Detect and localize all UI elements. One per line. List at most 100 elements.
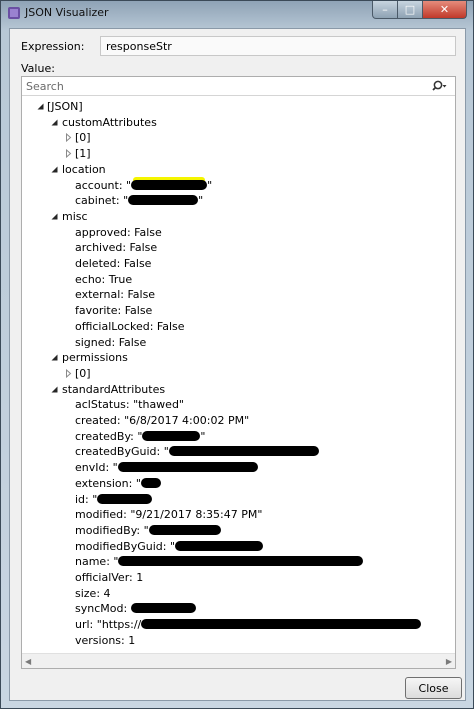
json-visualizer-window: JSON Visualizer – □ ✕ Expression: respon…	[0, 0, 474, 709]
tree-node[interactable]: account: " "	[22, 178, 455, 193]
tree-node[interactable]: extension: "	[22, 476, 455, 491]
tree-node[interactable]: standardAttributes	[22, 382, 455, 397]
scroll-left-icon[interactable]: ◀	[25, 657, 31, 666]
value-quote: "	[200, 429, 206, 443]
tree-node-label: [0]	[75, 366, 91, 380]
tree-node-label: deleted: False	[75, 257, 152, 270]
tree-node[interactable]: permissions	[22, 350, 455, 365]
collapsed-triangle-icon[interactable]	[64, 149, 73, 159]
expanded-triangle-icon[interactable]	[50, 385, 59, 394]
tree-node[interactable]: [0]	[22, 130, 455, 145]
tree-node-value: url: "https://	[75, 617, 422, 632]
tree-node-label: createdBy: "	[75, 429, 143, 443]
expanded-triangle-icon[interactable]	[50, 212, 59, 221]
collapsed-triangle-icon[interactable]	[64, 133, 73, 143]
tree-node-label: aclStatus: "thawed"	[75, 398, 184, 412]
tree-node[interactable]: modifiedByGuid: "	[22, 539, 455, 554]
tree-node[interactable]: size: 4	[22, 586, 455, 601]
tree-node-label: signed: False	[75, 335, 147, 349]
redaction-mark	[168, 446, 319, 457]
app-icon	[8, 7, 20, 19]
tree-node-label: echo: True	[75, 272, 133, 286]
tree-node-label: officialVer: 1	[75, 571, 144, 584]
tree-node-label: location	[62, 162, 106, 176]
redaction-mark	[175, 540, 264, 551]
tree-node[interactable]: external: False	[22, 287, 455, 302]
tree-node[interactable]: envId: "	[22, 460, 455, 475]
maximize-icon: □	[404, 3, 416, 16]
json-tree-panel: [JSON] customAttributes [0] [1]location acco…	[21, 76, 456, 669]
tree-node[interactable]: versions: 1	[22, 633, 455, 648]
tree-node-label: modifiedBy: "	[75, 523, 149, 537]
close-button[interactable]: Close	[405, 677, 462, 699]
tree-node[interactable]: officialLocked: False	[22, 319, 455, 334]
tree-node[interactable]: created: "6/8/2017 4:00:02 PM"	[22, 413, 455, 428]
expanded-triangle-icon[interactable]	[50, 118, 59, 127]
tree-node[interactable]: archived: False	[22, 240, 455, 255]
tree-node-label: standardAttributes	[62, 382, 166, 396]
redaction-mark	[128, 195, 199, 206]
scroll-right-icon[interactable]: ▶	[446, 657, 452, 666]
expanded-triangle-icon[interactable]	[50, 353, 59, 362]
tree-node-value: cabinet: " "	[75, 193, 203, 208]
tree-node-label: url: "https://	[75, 618, 142, 632]
tree-node[interactable]: modifiedBy: "	[22, 523, 455, 538]
tree-node[interactable]: misc	[22, 209, 455, 224]
tree-node[interactable]: id: "	[22, 492, 455, 507]
minimize-button[interactable]: –	[372, 1, 398, 19]
tree-node-label: modified: "9/21/2017 8:35:47 PM"	[75, 508, 263, 522]
tree-node-value: modifiedBy: "	[75, 523, 221, 538]
tree-node[interactable]: name: "	[22, 554, 455, 569]
close-window-button[interactable]: ✕	[423, 1, 467, 19]
tree-node-label: favorite: False	[75, 304, 153, 318]
tree-node-label: permissions	[62, 351, 128, 365]
value-quote: "	[207, 178, 213, 192]
tree-node[interactable]: [JSON]	[22, 99, 455, 114]
tree-node[interactable]: [1]	[22, 146, 455, 161]
expression-field[interactable]: responseStr	[100, 36, 456, 56]
redaction-mark	[142, 430, 201, 441]
expanded-triangle-icon[interactable]	[50, 165, 59, 174]
tree-node-label: misc	[62, 209, 88, 223]
tree-node-label: approved: False	[75, 225, 162, 239]
tree-node[interactable]: modified: "9/21/2017 8:35:47 PM"	[22, 507, 455, 522]
tree-node-value: id: "	[75, 492, 153, 507]
expression-label: Expression:	[21, 40, 85, 53]
tree-node[interactable]: officialVer: 1	[22, 570, 455, 585]
maximize-button[interactable]: □	[398, 1, 423, 19]
redaction-mark	[141, 619, 422, 630]
tree-node[interactable]: aclStatus: "thawed"	[22, 397, 455, 412]
expanded-triangle-icon[interactable]	[36, 102, 45, 111]
tree-node-label: customAttributes	[62, 115, 157, 129]
tree-node[interactable]: cabinet: " "	[22, 193, 455, 208]
tree-node[interactable]: signed: False	[22, 335, 455, 350]
tree-node-label: id: "	[75, 492, 98, 506]
tree-node[interactable]: createdBy: " "	[22, 429, 455, 444]
tree-node[interactable]: url: "https://	[22, 617, 455, 632]
tree-node-value: createdBy: " "	[75, 429, 205, 444]
redaction-mark	[140, 477, 161, 488]
tree-node[interactable]: createdByGuid: "	[22, 444, 455, 459]
search-input[interactable]	[26, 78, 426, 94]
tree-node[interactable]: deleted: False	[22, 256, 455, 271]
tree-node[interactable]: echo: True	[22, 272, 455, 287]
tree-node[interactable]: favorite: False	[22, 303, 455, 318]
tree-node-value: extension: "	[75, 476, 161, 491]
tree-node-value: name: "	[75, 554, 364, 569]
tree-node-label: created: "6/8/2017 4:00:02 PM"	[75, 414, 250, 427]
tree-node[interactable]: [0]	[22, 366, 455, 381]
tree-node-label: [0]	[75, 131, 91, 145]
tree-node[interactable]: approved: False	[22, 225, 455, 240]
title-bar[interactable]: JSON Visualizer – □ ✕	[1, 1, 473, 27]
tree-node[interactable]: syncMod:	[22, 601, 455, 616]
minimize-icon: –	[382, 3, 388, 16]
tree-node[interactable]: customAttributes	[22, 115, 455, 130]
collapsed-triangle-icon[interactable]	[64, 368, 73, 378]
json-tree: [JSON] customAttributes [0] [1] location acco…	[22, 97, 455, 653]
tree-node[interactable]: location	[22, 162, 455, 177]
horizontal-scrollbar[interactable]: ◀ ▶	[22, 653, 455, 668]
tree-node-value: syncMod:	[75, 601, 196, 616]
tree-node-label: external: False	[75, 288, 156, 302]
tree-node-label: envId: "	[75, 461, 118, 475]
search-icon[interactable]	[432, 79, 448, 93]
